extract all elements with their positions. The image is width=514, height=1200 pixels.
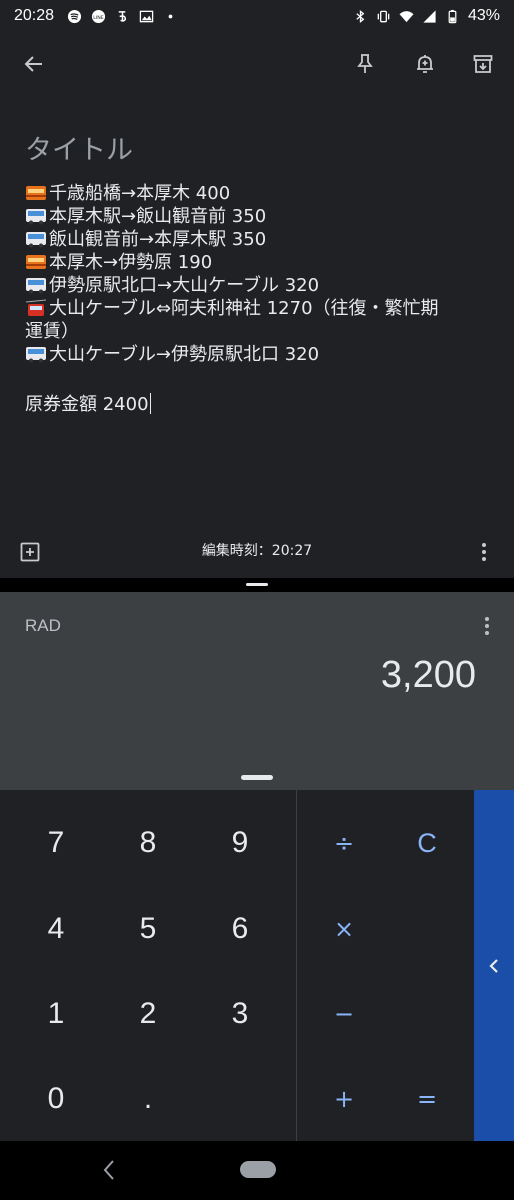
reminder-button[interactable] — [409, 48, 441, 80]
key-3[interactable]: 3 — [195, 971, 285, 1057]
key-0[interactable]: 0 — [11, 1056, 101, 1142]
wifi-icon — [399, 10, 414, 22]
bus-icon — [26, 278, 46, 294]
signal-icon — [423, 9, 436, 23]
note-title-placeholder[interactable]: タイトル — [25, 128, 133, 167]
note-line: 大山ケーブル⇔阿夫利神社 1270（往復・繁忙期 — [25, 297, 495, 320]
split-screen-divider[interactable] — [0, 578, 514, 592]
archive-button[interactable] — [467, 48, 499, 80]
key-add[interactable]: + — [300, 1056, 388, 1142]
history-drag-handle[interactable] — [241, 775, 273, 780]
photo-icon — [139, 10, 154, 22]
vibrate-icon — [377, 10, 390, 22]
archive-icon — [473, 55, 493, 73]
bus-icon — [26, 347, 46, 363]
status-bar: 20:28 LINE 43% — [0, 0, 514, 32]
more-vert-icon — [482, 543, 486, 561]
key-multiply[interactable]: × — [300, 886, 388, 972]
note-line: 大山ケーブル→伊勢原駅北口 320 — [25, 343, 495, 366]
note-bottom-bar: 編集時刻：20:27 — [0, 532, 514, 572]
key-clear[interactable]: C — [383, 800, 471, 886]
pin-icon — [357, 54, 373, 73]
text-cursor — [149, 393, 152, 414]
svg-text:LINE: LINE — [93, 14, 103, 20]
nav-back-icon[interactable] — [98, 1157, 120, 1183]
system-navigation-bar — [0, 1141, 514, 1200]
calculator-result: 3,200 — [380, 654, 476, 696]
back-button[interactable] — [18, 48, 50, 80]
battery-icon — [448, 9, 457, 23]
key-9[interactable]: 9 — [195, 800, 285, 886]
line-icon: LINE — [91, 9, 106, 23]
key-subtract[interactable]: − — [300, 971, 388, 1057]
key-2[interactable]: 2 — [103, 971, 193, 1057]
key-8[interactable]: 8 — [103, 800, 193, 886]
key-6[interactable]: 6 — [195, 886, 285, 972]
note-line: 運賃） — [25, 321, 79, 342]
note-line: 飯山観音前→本厚木駅 350 — [25, 228, 495, 251]
bus-app-icon — [118, 10, 127, 22]
bus-icon — [26, 209, 46, 225]
keep-note-editor: タイトル 千歳船橋→本厚木 400 本厚木駅→飯山観音前 350 飯山観音前→本… — [0, 32, 514, 578]
cable-car-icon — [25, 299, 47, 316]
operator-pad: ÷ C × − + = — [297, 790, 474, 1141]
chevron-left-icon — [489, 958, 498, 973]
battery-percent: 43% — [467, 7, 500, 24]
pin-button[interactable] — [349, 48, 381, 80]
note-more-button[interactable] — [468, 536, 500, 568]
calculator-keypad: 7 8 9 4 5 6 1 2 3 0 . ÷ C × − + = — [0, 790, 514, 1141]
note-line: 千歳船橋→本厚木 400 — [25, 182, 495, 205]
key-1[interactable]: 1 — [11, 971, 101, 1057]
bus-icon — [26, 232, 46, 248]
calculator-more-button[interactable] — [471, 610, 503, 642]
dot-icon — [168, 14, 173, 18]
note-line: 本厚木駅→飯山観音前 350 — [25, 205, 495, 228]
key-divide[interactable]: ÷ — [300, 800, 388, 886]
key-decimal[interactable]: . — [103, 1056, 193, 1142]
more-vert-icon — [485, 617, 489, 635]
key-4[interactable]: 4 — [11, 886, 101, 972]
nav-home-pill[interactable] — [240, 1161, 276, 1178]
train-icon — [26, 255, 46, 269]
calculator-display: RAD 3,200 — [0, 592, 514, 790]
note-body[interactable]: 千歳船橋→本厚木 400 本厚木駅→飯山観音前 350 飯山観音前→本厚木駅 3… — [25, 182, 495, 366]
train-icon — [26, 186, 46, 200]
note-line: 伊勢原駅北口→大山ケーブル 320 — [25, 274, 495, 297]
key-equals[interactable]: = — [383, 1056, 471, 1142]
status-time: 20:28 — [14, 7, 55, 24]
key-5[interactable]: 5 — [103, 886, 193, 972]
angle-mode-label: RAD — [25, 616, 61, 635]
number-pad: 7 8 9 4 5 6 1 2 3 0 . — [0, 790, 296, 1141]
edit-time: 編集時刻：20:27 — [201, 543, 313, 559]
spotify-icon — [67, 9, 82, 23]
bluetooth-icon — [356, 9, 365, 23]
note-total-line[interactable]: 原券金額 2400 — [25, 390, 152, 416]
advanced-panel-tab[interactable] — [474, 790, 514, 1141]
key-7[interactable]: 7 — [11, 800, 101, 886]
arrow-back-icon — [24, 56, 42, 72]
note-line: 本厚木→伊勢原 190 — [25, 251, 495, 274]
reminder-bell-icon — [417, 55, 433, 73]
divider-handle[interactable] — [246, 583, 268, 586]
note-toolbar — [0, 32, 514, 96]
